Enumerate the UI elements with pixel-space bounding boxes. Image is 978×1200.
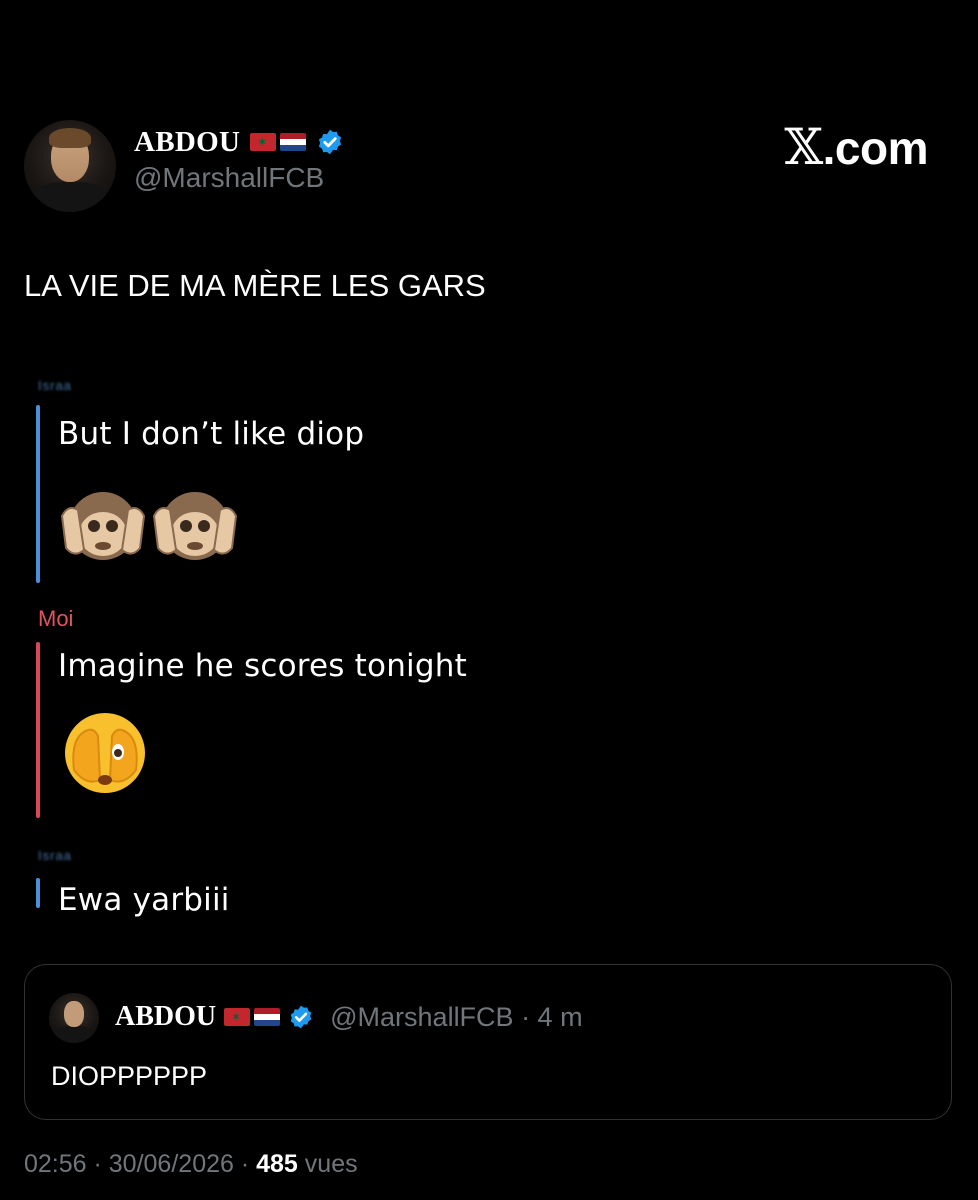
verified-badge-icon: [288, 1004, 314, 1030]
author-display-name[interactable]: ABDOU: [134, 126, 240, 159]
author-avatar[interactable]: [24, 120, 116, 212]
chat-message-text: But I don’t like diop: [58, 416, 365, 452]
quoted-author-row: ABDOU ✶ @MarshallFCB · 4 m: [115, 999, 583, 1035]
chat-sender-name: Israa: [38, 378, 72, 393]
verified-badge-icon: [316, 128, 344, 156]
netherlands-flag-icon: [280, 133, 307, 151]
chat-sender-name: Moi: [38, 606, 74, 631]
brand-suffix: .com: [822, 122, 929, 174]
x-logo-icon: 𝕏: [784, 118, 823, 176]
tweet-text: LA VIE DE MA MÈRE LES GARS: [24, 268, 486, 303]
reply-bar: [36, 642, 40, 818]
views-label: vues: [297, 1150, 358, 1178]
brand-logo: 𝕏.com: [784, 118, 928, 176]
see-no-evil-monkey-icon: [152, 492, 238, 560]
chat-sender-name: Israa: [38, 848, 72, 863]
view-count: 485: [256, 1150, 298, 1178]
quoted-author-name[interactable]: ABDOU: [115, 1001, 216, 1033]
quoted-tweet[interactable]: ABDOU ✶ @MarshallFCB · 4 m DIOPPPPPP: [24, 964, 952, 1120]
reply-bar: [36, 405, 40, 583]
face-with-peeking-eye-icon: [65, 713, 145, 793]
reply-bar: [36, 878, 40, 908]
author-name-row: ABDOU ✶: [134, 124, 344, 160]
quoted-tweet-text: DIOPPPPPP: [51, 1061, 208, 1091]
netherlands-flag-icon: [254, 1008, 281, 1026]
quoted-author-avatar[interactable]: [49, 993, 99, 1043]
tweet-meta: 02:56 · 30/06/2026 · 485 vues: [24, 1150, 358, 1179]
morocco-flag-icon: ✶: [224, 1008, 251, 1026]
author-handle[interactable]: @MarshallFCB: [134, 162, 324, 194]
morocco-flag-icon: ✶: [250, 133, 277, 151]
chat-message-text: Imagine he scores tonight: [58, 648, 467, 684]
quoted-author-handle-time[interactable]: @MarshallFCB · 4 m: [330, 1002, 582, 1033]
tweet-timestamp[interactable]: 02:56 · 30/06/2026 ·: [24, 1150, 256, 1178]
see-no-evil-monkey-icon: [60, 492, 146, 560]
chat-message-text: Ewa yarbiii: [58, 882, 230, 918]
